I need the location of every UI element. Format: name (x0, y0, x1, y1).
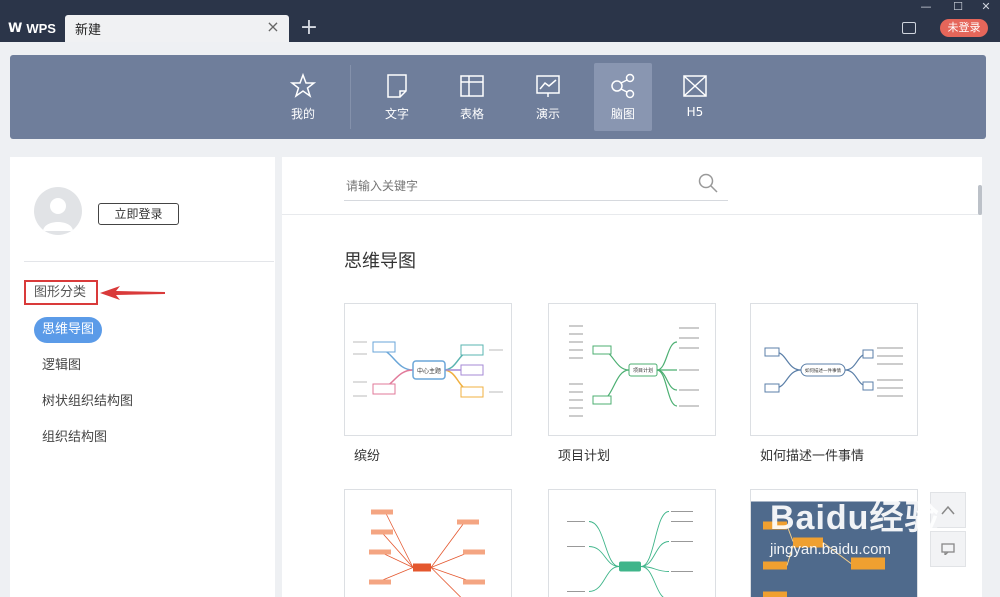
watermark-brand: Baidu经验 (770, 499, 940, 537)
template-card-describe-event[interactable]: 如何描述一件事情 (750, 303, 918, 436)
comment-icon (941, 543, 955, 555)
mindmap-thumbnail: 如何描述一件事情 (751, 304, 917, 435)
left-panel: 立即登录 图形分类 思维导图 逻辑图 树状组织结构图 组织结构图 (10, 157, 275, 597)
template-card[interactable] (344, 489, 512, 597)
category-h5[interactable]: H5 (666, 63, 724, 131)
category-mine[interactable]: 我的 (274, 63, 332, 131)
category-label: 演示 (535, 107, 560, 121)
sidebar-item-org[interactable]: 组织结构图 (34, 425, 115, 451)
wps-logo-text: WPS (26, 20, 56, 36)
card-center-text: 如何描述一件事情 (805, 367, 841, 374)
category-presentation[interactable]: 演示 (519, 63, 577, 131)
chevron-up-icon (941, 505, 955, 515)
avatar[interactable] (34, 187, 82, 235)
category-bar: 我的 文字 表格 演示 脑图 H5 (10, 55, 986, 139)
mindmap-thumbnail: 中心主题 (345, 304, 511, 435)
category-label: 文字 (384, 107, 409, 121)
card-center-text: 项目计划 (633, 367, 653, 374)
new-tab-button[interactable]: + (298, 16, 320, 40)
login-button[interactable]: 立即登录 (98, 203, 179, 225)
category-divider (350, 65, 351, 129)
star-icon (289, 72, 317, 99)
close-icon[interactable]: × (265, 19, 281, 35)
tab-new[interactable]: 新建 × (65, 15, 289, 42)
divider (24, 261, 274, 262)
section-title: 思维导图 (344, 251, 416, 272)
login-status-badge[interactable]: 未登录 (940, 19, 988, 37)
search-icon[interactable] (698, 173, 718, 193)
window-close-icon[interactable]: ✕ (976, 0, 996, 14)
mindmap-thumbnail (549, 501, 715, 597)
annotation-arrow-icon (100, 286, 165, 300)
template-card[interactable] (548, 489, 716, 597)
wps-logo-icon: 𝗪 (8, 20, 23, 36)
card-center-text: 中心主题 (417, 367, 441, 375)
template-label: 如何描述一件事情 (760, 449, 865, 464)
sidebar-item-logic[interactable]: 逻辑图 (34, 353, 89, 379)
scrollbar[interactable] (978, 185, 982, 215)
category-sheet[interactable]: 表格 (443, 63, 501, 131)
mindmap-icon (610, 73, 636, 99)
template-label: 项目计划 (558, 449, 611, 464)
category-label: H5 (686, 105, 704, 119)
search-input[interactable] (344, 171, 728, 201)
maximize-icon[interactable]: ☐ (948, 0, 968, 14)
category-section-title: 图形分类 (24, 280, 98, 305)
watermark: Baidu经验 jingyan.baidu.com (770, 490, 939, 558)
category-label: 我的 (290, 107, 315, 121)
template-label: 缤纷 (354, 449, 381, 464)
template-card-colorful[interactable]: 中心主题 (344, 303, 512, 436)
table-icon (459, 73, 485, 99)
minimize-icon[interactable]: — (916, 0, 936, 14)
search-bar (282, 157, 982, 215)
category-mindmap[interactable]: 脑图 (594, 63, 652, 131)
category-writer[interactable]: 文字 (368, 63, 426, 131)
category-label: 表格 (459, 107, 484, 121)
sidebar-item-mindmap[interactable]: 思维导图 (34, 317, 103, 343)
category-label: 脑图 (610, 107, 635, 121)
presentation-icon (535, 73, 561, 99)
watermark-url: jingyan.baidu.com (770, 541, 891, 558)
h5-icon (682, 73, 708, 99)
sidebar-item-tree-org[interactable]: 树状组织结构图 (34, 389, 141, 415)
mindmap-thumbnail: 项目计划 (549, 304, 715, 435)
document-icon (384, 73, 410, 99)
tab-title: 新建 (75, 23, 102, 38)
tablet-icon[interactable] (902, 22, 916, 34)
title-bar: 𝗪 WPS 新建 × + — ☐ ✕ 未登录 (0, 0, 1000, 42)
template-card-project-plan[interactable]: 项目计划 (548, 303, 716, 436)
mindmap-thumbnail (345, 501, 511, 597)
wps-home-tab[interactable]: 𝗪 WPS (0, 14, 62, 42)
